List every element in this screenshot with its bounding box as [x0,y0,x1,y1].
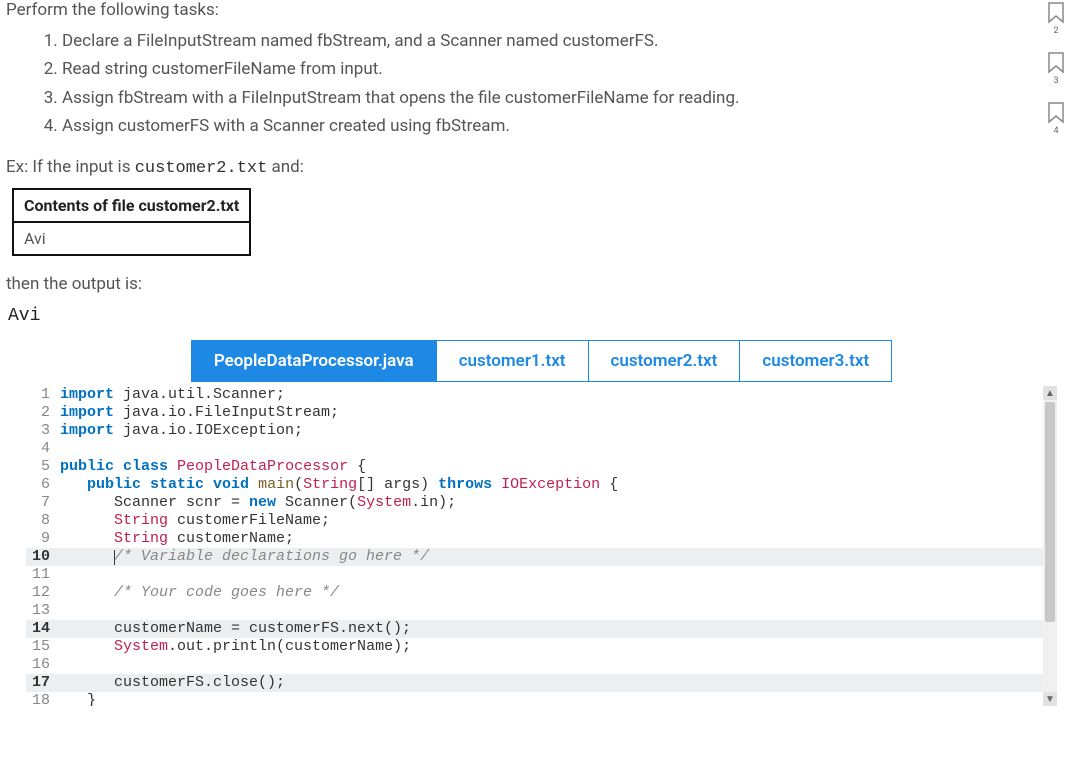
code-content[interactable]: import java.io.FileInputStream; [60,404,1057,422]
code-content[interactable]: customerName = customerFS.next(); [60,620,1057,638]
code-line[interactable]: 12 /* Your code goes here */ [26,584,1057,602]
code-line[interactable]: 9 String customerName; [26,530,1057,548]
code-line[interactable]: 8 String customerFileName; [26,512,1057,530]
code-line[interactable]: 16 [26,656,1057,674]
bookmark-label: 3 [1053,76,1058,86]
code-line[interactable]: 7 Scanner scnr = new Scanner(System.in); [26,494,1057,512]
code-content[interactable]: String customerFileName; [60,512,1057,530]
scroll-thumb[interactable] [1045,402,1055,622]
bookmark-sidebar: 2 3 4 [1047,2,1065,136]
example-input-value: customer2.txt [135,159,268,178]
code-content[interactable]: import java.util.Scanner; [60,386,1057,404]
task-item: Assign fbStream with a FileInputStream t… [62,85,1077,111]
file-tabs: PeopleDataProcessor.javacustomer1.txtcus… [6,340,1077,382]
code-content[interactable]: /* Your code goes here */ [60,584,1057,602]
task-item: Declare a FileInputStream named fbStream… [62,28,1077,54]
output-value: Avi [8,306,1077,326]
bookmark-icon[interactable] [1047,102,1065,124]
line-number: 17 [26,674,60,692]
code-content[interactable]: /* Variable declarations go here */ [60,548,1057,566]
main-content: Perform the following tasks: Declare a F… [0,0,1083,706]
code-content[interactable]: Scanner scnr = new Scanner(System.in); [60,494,1057,512]
code-content[interactable]: import java.io.IOException; [60,422,1057,440]
then-output-label: then the output is: [6,274,1077,294]
example-line: Ex: If the input is customer2.txt and: [6,157,1077,178]
intro-text: Perform the following tasks: [6,0,1077,20]
example-prefix: Ex: If the input is [6,157,135,177]
file-contents-header: Contents of file customer2.txt [13,189,250,222]
code-content[interactable] [60,566,1057,584]
bookmark-item[interactable]: 4 [1047,102,1065,136]
code-content[interactable] [60,602,1057,620]
line-number: 10 [26,548,60,566]
code-line[interactable]: 6 public static void main(String[] args)… [26,476,1057,494]
code-content[interactable] [60,440,1057,458]
bookmark-label: 4 [1053,126,1058,136]
line-number: 9 [26,530,60,548]
task-item: Read string customerFileName from input. [62,56,1077,82]
file-tab[interactable]: customer2.txt [589,340,741,382]
bookmark-icon[interactable] [1047,52,1065,74]
task-item: Assign customerFS with a Scanner created… [62,113,1077,139]
line-number: 6 [26,476,60,494]
line-number: 2 [26,404,60,422]
code-line[interactable]: 11 [26,566,1057,584]
line-number: 5 [26,458,60,476]
example-suffix: and: [267,157,304,177]
line-number: 8 [26,512,60,530]
bookmark-label: 2 [1053,26,1058,36]
line-number: 18 [26,692,60,706]
code-line[interactable]: 17 customerFS.close(); [26,674,1057,692]
code-editor[interactable]: 1import java.util.Scanner;2import java.i… [26,386,1057,706]
scroll-down-icon[interactable]: ▼ [1043,692,1057,706]
file-tab[interactable]: customer1.txt [437,340,589,382]
code-line[interactable]: 14 customerName = customerFS.next(); [26,620,1057,638]
line-number: 16 [26,656,60,674]
code-content[interactable]: public static void main(String[] args) t… [60,476,1057,494]
code-content[interactable] [60,656,1057,674]
code-line[interactable]: 3import java.io.IOException; [26,422,1057,440]
line-number: 13 [26,602,60,620]
line-number: 12 [26,584,60,602]
code-line[interactable]: 5public class PeopleDataProcessor { [26,458,1057,476]
code-line[interactable]: 2import java.io.FileInputStream; [26,404,1057,422]
code-line[interactable]: 15 System.out.println(customerName); [26,638,1057,656]
code-content[interactable]: public class PeopleDataProcessor { [60,458,1057,476]
code-content[interactable]: System.out.println(customerName); [60,638,1057,656]
file-tab[interactable]: customer3.txt [740,340,892,382]
line-number: 3 [26,422,60,440]
line-number: 15 [26,638,60,656]
code-content[interactable]: customerFS.close(); [60,674,1057,692]
line-number: 1 [26,386,60,404]
scroll-track[interactable] [1043,400,1057,692]
line-number: 14 [26,620,60,638]
task-list: Declare a FileInputStream named fbStream… [6,28,1077,139]
code-line[interactable]: 18 } [26,692,1057,706]
code-content[interactable]: } [60,692,1057,706]
code-line[interactable]: 13 [26,602,1057,620]
code-line[interactable]: 4 [26,440,1057,458]
file-contents-table: Contents of file customer2.txt Avi [12,188,251,256]
line-number: 4 [26,440,60,458]
file-contents-value: Avi [13,222,250,255]
editor-scrollbar[interactable]: ▲ ▼ [1043,386,1057,706]
bookmark-item[interactable]: 2 [1047,2,1065,36]
bookmark-icon[interactable] [1047,2,1065,24]
line-number: 7 [26,494,60,512]
code-line[interactable]: 1import java.util.Scanner; [26,386,1057,404]
scroll-up-icon[interactable]: ▲ [1043,386,1057,400]
code-content[interactable]: String customerName; [60,530,1057,548]
bookmark-item[interactable]: 3 [1047,52,1065,86]
code-line[interactable]: 10 /* Variable declarations go here */ [26,548,1057,566]
line-number: 11 [26,566,60,584]
file-tab[interactable]: PeopleDataProcessor.java [191,340,437,382]
